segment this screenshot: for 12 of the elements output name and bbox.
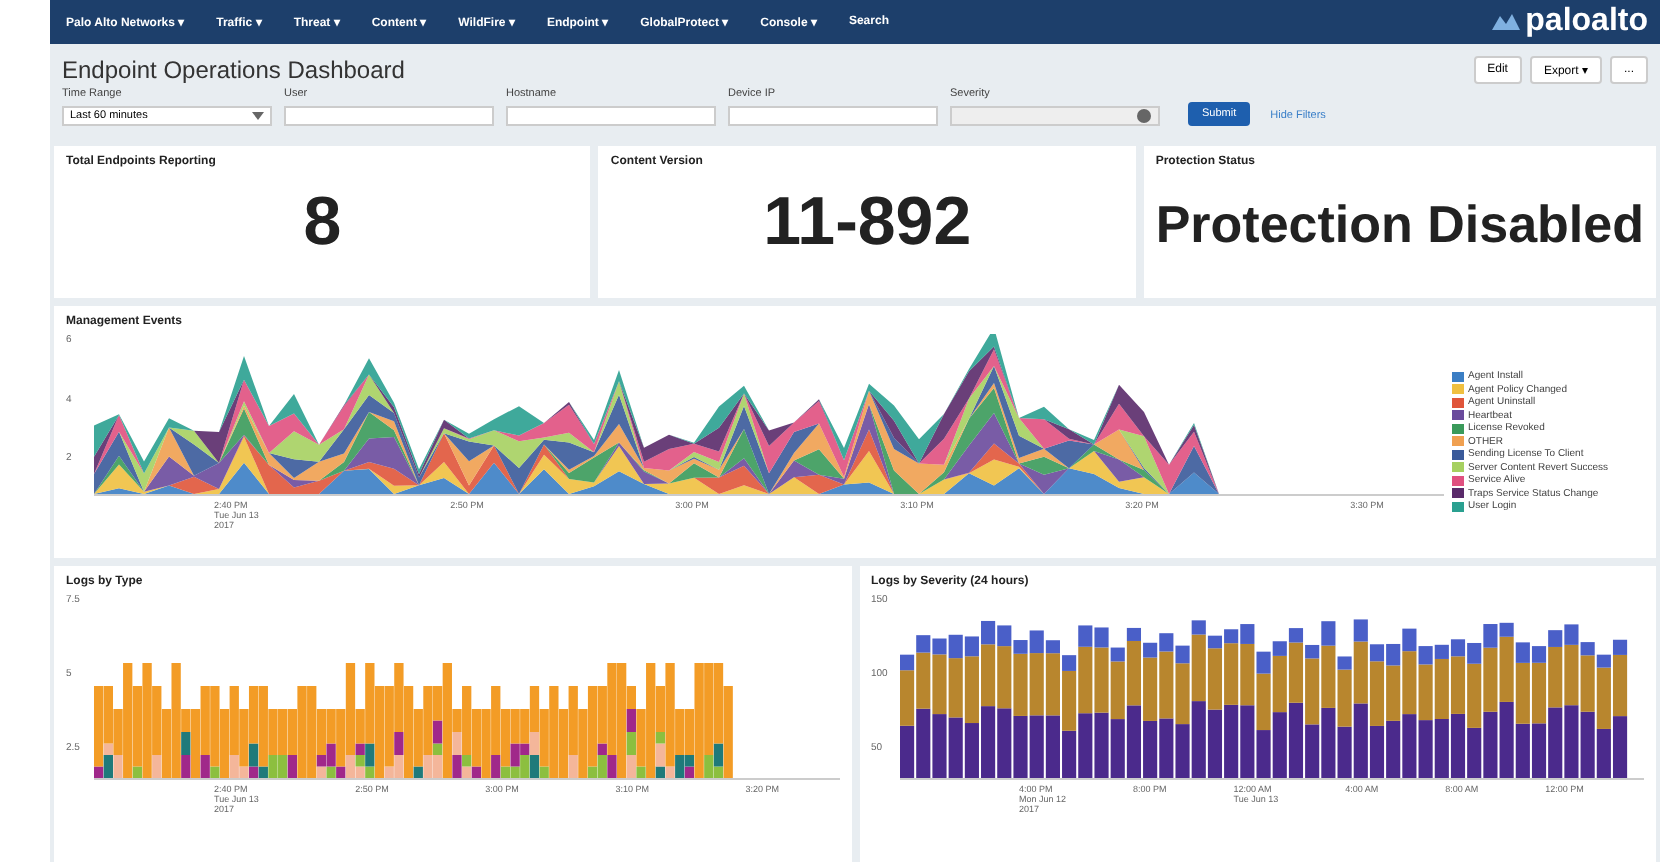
input-field[interactable] bbox=[728, 106, 938, 126]
severity-dropdown[interactable] bbox=[950, 106, 1160, 126]
card-value: 11-892 bbox=[761, 184, 974, 262]
logo-text: paloalto bbox=[1525, 4, 1648, 40]
input-field[interactable] bbox=[506, 106, 716, 126]
clear-icon[interactable] bbox=[1136, 108, 1152, 124]
logo-icon bbox=[1489, 10, 1522, 34]
card-value: Protection Disabled bbox=[1155, 194, 1644, 256]
page-title: Endpoint Operations Dashboard bbox=[62, 56, 405, 84]
card-value: 8 bbox=[301, 184, 344, 262]
caret-icon bbox=[252, 112, 264, 120]
input-field[interactable] bbox=[284, 106, 494, 126]
